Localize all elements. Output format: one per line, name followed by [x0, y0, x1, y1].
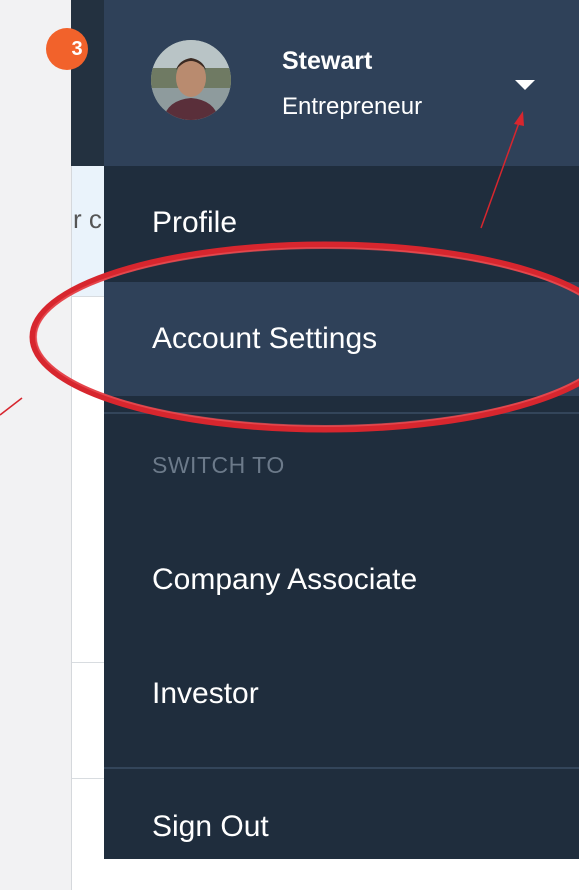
menu-item-account-settings[interactable]: Account Settings — [104, 282, 579, 396]
search-placeholder-fragment: r c — [73, 204, 102, 234]
switch-to-heading: SWITCH TO — [152, 452, 285, 478]
menu-item-label: Sign Out — [152, 810, 269, 843]
menu-item-sign-out[interactable]: Sign Out — [104, 770, 579, 884]
notification-badge[interactable]: 3 — [46, 28, 88, 70]
page-background — [0, 0, 72, 890]
menu-divider — [104, 412, 579, 414]
row-divider — [72, 778, 104, 779]
menu-item-label: Investor — [152, 677, 259, 710]
notification-count: 3 — [71, 38, 83, 60]
row-divider — [72, 662, 104, 663]
top-navigation-bar — [71, 0, 104, 166]
menu-item-investor[interactable]: Investor — [104, 637, 579, 751]
menu-item-label: Profile — [152, 206, 238, 239]
chevron-down-icon[interactable] — [515, 80, 535, 90]
avatar — [151, 40, 231, 120]
menu-item-profile[interactable]: Profile — [104, 166, 579, 280]
user-role: Entrepreneur — [282, 93, 423, 120]
menu-item-company-associate[interactable]: Company Associate — [104, 523, 579, 637]
user-menu-header[interactable]: Stewart Entrepreneur — [104, 0, 579, 166]
avatar-photo — [151, 40, 231, 120]
menu-item-label: Company Associate — [152, 563, 418, 596]
user-dropdown-menu: Stewart Entrepreneur Profile Account Set… — [104, 0, 579, 859]
menu-divider — [104, 767, 579, 769]
user-name: Stewart — [282, 47, 373, 75]
menu-item-label: Account Settings — [152, 322, 378, 355]
row-divider — [72, 296, 104, 297]
